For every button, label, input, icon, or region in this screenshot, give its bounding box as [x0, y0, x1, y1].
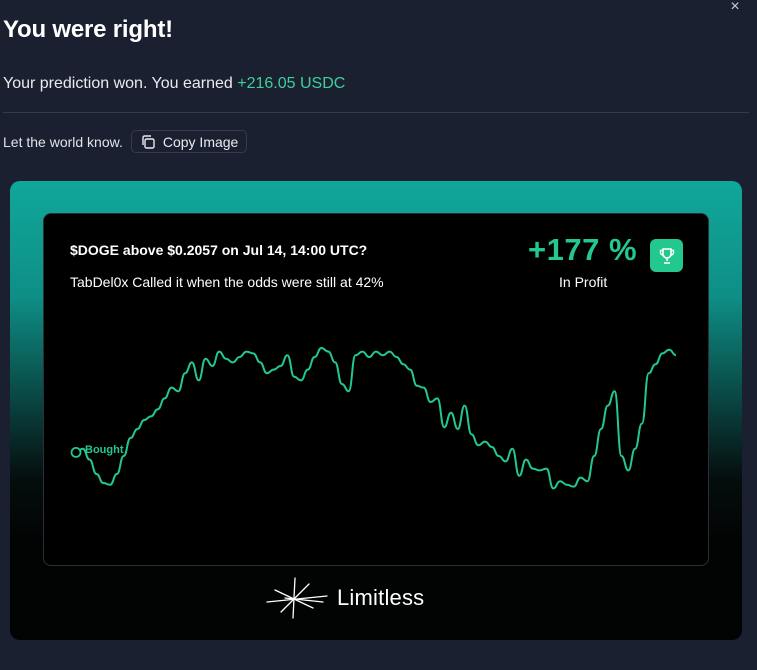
share-row: Let the world know. Copy Image — [3, 130, 248, 153]
subtitle-text: Your prediction won. You earned — [3, 75, 238, 92]
bought-marker — [70, 446, 82, 458]
copy-image-button[interactable]: Copy Image — [130, 130, 248, 153]
share-card: $DOGE above $0.2057 on Jul 14, 14:00 UTC… — [10, 181, 742, 640]
earned-amount: +216.05 USDC — [237, 75, 346, 92]
price-chart — [70, 347, 677, 490]
copy-image-label: Copy Image — [162, 133, 239, 150]
prediction-won-dialog: × You were right! Your prediction won. Y… — [0, 0, 757, 670]
dialog-title: You were right! — [3, 16, 173, 43]
bought-label: Bought — [85, 444, 124, 456]
price-line — [75, 347, 677, 490]
share-card-inner: $DOGE above $0.2057 on Jul 14, 14:00 UTC… — [43, 213, 709, 566]
share-label: Let the world know. — [3, 133, 123, 150]
divider — [3, 112, 749, 113]
close-icon[interactable]: × — [726, 0, 744, 16]
limitless-logo-icon — [266, 577, 328, 619]
copy-icon — [142, 134, 155, 149]
brand: Limitless — [265, 576, 424, 620]
dialog-subtitle: Your prediction won. You earned +216.05 … — [3, 75, 345, 93]
brand-name: Limitless — [337, 585, 425, 610]
